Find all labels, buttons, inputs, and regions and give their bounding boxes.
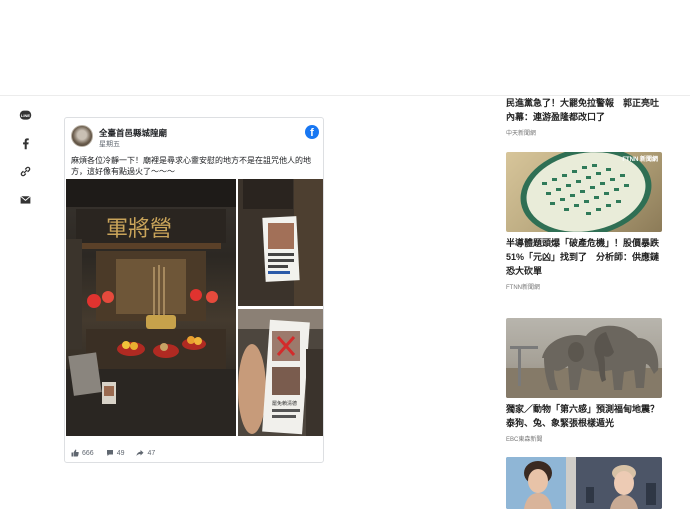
comment-icon	[106, 450, 113, 456]
ftnn-watermark: FTNN 新聞網	[622, 157, 658, 163]
news-source: FTNN新聞網	[506, 285, 540, 291]
line-share-button[interactable]: LINE	[14, 104, 36, 126]
likes-count: 666	[82, 449, 94, 457]
page-name[interactable]: 全臺首邑縣城隍廟	[99, 127, 167, 139]
news-source: 中天新聞網	[506, 131, 537, 137]
facebook-share-button[interactable]	[14, 132, 36, 154]
news-title[interactable]: 半導體題頭爆「破產危機」！股價暴跌51%「元凶」找到了 分析師：供應鏈恐大砍單	[506, 236, 666, 278]
comments-stat[interactable]: 49	[106, 449, 125, 457]
post-text: 麻煩各位冷靜一下！廟裡是尋求心靈安慰的地方不是在詛咒他人的地方，這好像有點過火了…	[71, 156, 311, 176]
facebook-icon	[22, 137, 29, 149]
news-item-3[interactable]: 獨家／動物「第六感」預測福甸地震？ 泰狗、兔、象緊張根樣遁光 EBC東森新聞	[506, 402, 666, 443]
line-icon: LINE	[19, 110, 31, 120]
news-thumbnail-4[interactable]	[506, 457, 662, 509]
share-bar: LINE	[14, 104, 36, 216]
news-title[interactable]: 民進黨急了！大罷免拉警報 郭正亮吐內幕：連游盈隆都改口了	[506, 96, 666, 124]
post-photo-talisman-1[interactable]	[238, 179, 323, 306]
likes-stat[interactable]: 666	[71, 449, 94, 457]
post-date[interactable]: 星期五	[99, 139, 120, 149]
news-title[interactable]: 獨家／動物「第六感」預測福甸地震？ 泰狗、兔、象緊張根樣遁光	[506, 402, 666, 430]
news-thumbnail-3[interactable]	[506, 318, 662, 398]
share-icon	[136, 450, 144, 456]
comments-count: 49	[116, 449, 125, 457]
post-header: 全臺首邑縣城隍廟 星期五 f	[71, 125, 319, 153]
svg-text:LINE: LINE	[20, 113, 30, 118]
shares-count: 47	[147, 449, 156, 457]
site-header	[0, 0, 690, 96]
facebook-post-embed[interactable]: 全臺首邑縣城隍廟 星期五 f 麻煩各位冷靜一下！廟裡是尋求心靈安慰的地方不是在詛…	[64, 117, 324, 463]
facebook-logo-icon[interactable]: f	[305, 125, 319, 139]
post-stats: 666 49 47	[71, 447, 319, 459]
news-source: EBC東森新聞	[506, 437, 543, 443]
shares-stat[interactable]: 47	[136, 449, 155, 457]
email-share-button[interactable]	[14, 188, 36, 210]
news-item-2[interactable]: 半導體題頭爆「破產危機」！股價暴跌51%「元凶」找到了 分析師：供應鏈恐大砍單 …	[506, 236, 666, 291]
link-icon	[20, 166, 30, 176]
thumbs-up-icon	[71, 449, 79, 457]
plaque-text: 軍將營	[106, 217, 172, 242]
post-photo-shrine[interactable]: 軍將營	[66, 179, 236, 436]
mail-icon	[19, 195, 31, 204]
news-item-1[interactable]: 民進黨急了！大罷免拉警報 郭正亮吐內幕：連游盈隆都改口了 中天新聞網	[506, 96, 666, 137]
news-thumbnail-2[interactable]: FTNN 新聞網	[506, 152, 662, 232]
talisman-caption: 罷免賴清德	[272, 400, 297, 407]
page-avatar[interactable]	[71, 125, 93, 147]
copy-link-button[interactable]	[14, 160, 36, 182]
post-photo-talisman-2[interactable]: 罷免賴清德	[238, 309, 323, 436]
